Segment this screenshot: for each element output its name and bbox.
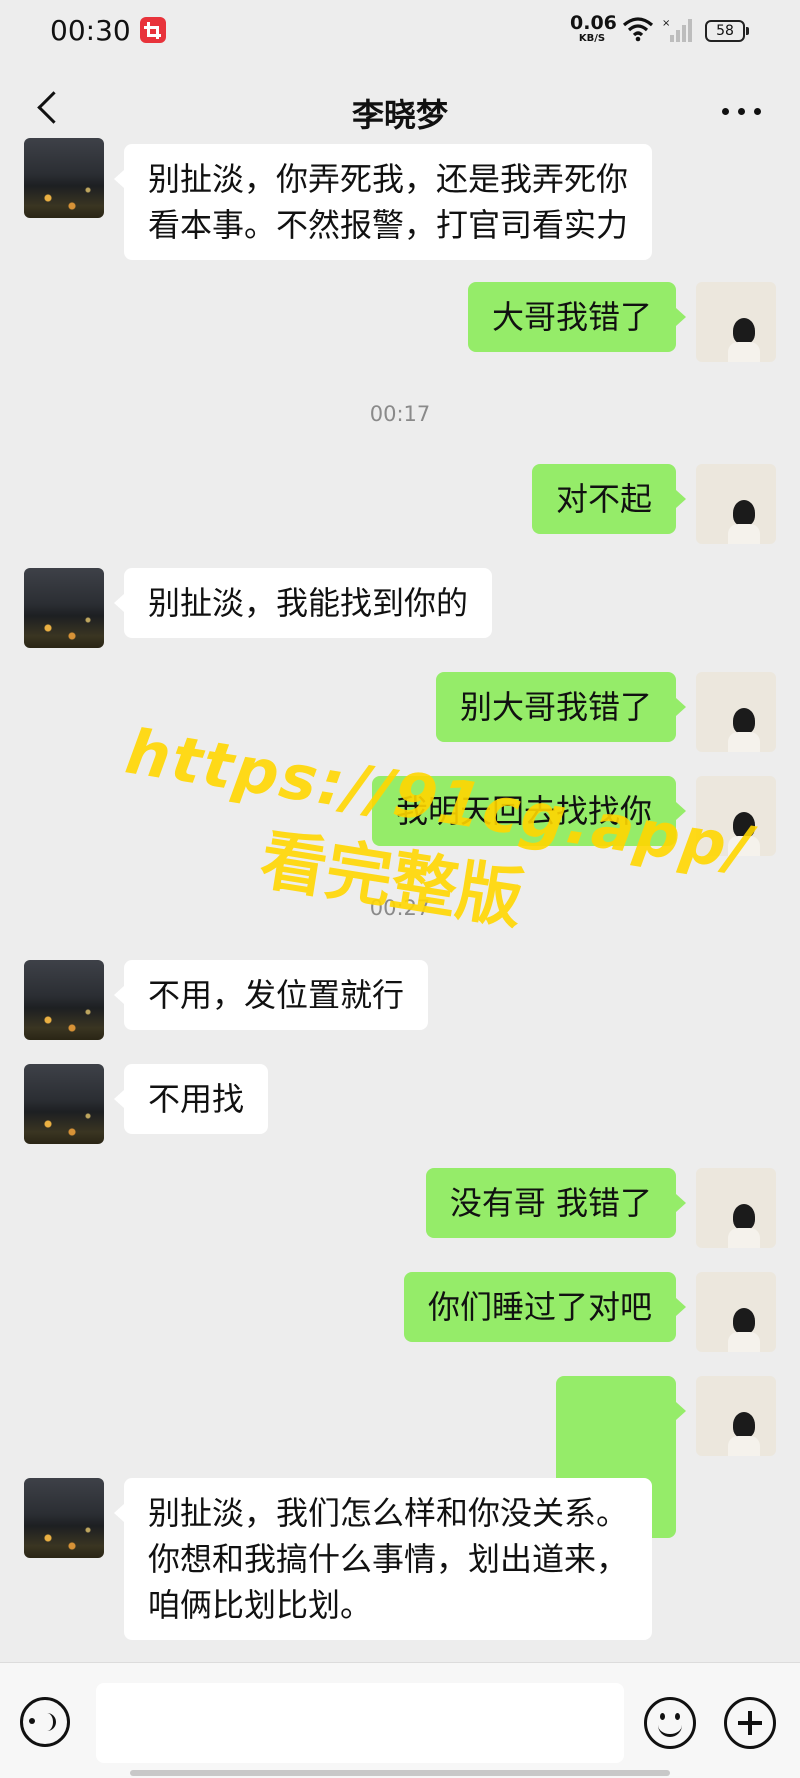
network-speed-unit: KB/S bbox=[578, 33, 606, 44]
signal-icon: × bbox=[662, 18, 692, 42]
message-bubble: 大哥我错了 bbox=[467, 282, 687, 352]
message-bubble: 你们睡过了对吧 bbox=[403, 1272, 687, 1342]
contact-avatar[interactable] bbox=[24, 1478, 104, 1558]
status-time: 00:30 bbox=[50, 14, 131, 47]
message-bubble: 不用找 bbox=[113, 1064, 269, 1134]
contact-avatar[interactable] bbox=[24, 960, 104, 1040]
self-avatar[interactable] bbox=[696, 1168, 776, 1248]
message-bubble: 别扯淡，你弄死我，还是我弄死你 看本事。不然报警，打官司看实力 bbox=[113, 144, 653, 260]
contact-avatar[interactable] bbox=[24, 568, 104, 648]
home-indicator[interactable] bbox=[130, 1770, 670, 1776]
message-bubble: 别扯淡，我能找到你的 bbox=[113, 568, 493, 638]
more-dots-icon[interactable] bbox=[722, 108, 762, 116]
emoji-icon[interactable] bbox=[644, 1697, 696, 1749]
status-bar: 00:30 0.06 KB/S × 58 bbox=[0, 0, 800, 62]
chat-title: 李晓梦 bbox=[351, 96, 448, 134]
chat-input-bar bbox=[0, 1662, 800, 1778]
contact-avatar[interactable] bbox=[24, 1064, 104, 1144]
message-bubble: 不用，发位置就行 bbox=[113, 960, 429, 1030]
self-avatar[interactable] bbox=[696, 776, 776, 856]
message-bubble: 别扯淡，我们怎么样和你没关系。 你想和我搞什么事情，划出道来， 咱俩比划比划。 bbox=[113, 1478, 653, 1640]
self-avatar[interactable] bbox=[696, 282, 776, 362]
network-speed-value: 0.06 bbox=[570, 12, 617, 34]
message-input[interactable] bbox=[96, 1683, 624, 1763]
self-avatar[interactable] bbox=[696, 1272, 776, 1352]
self-avatar[interactable] bbox=[696, 672, 776, 752]
wifi-icon bbox=[622, 17, 654, 42]
message-bubble: 对不起 bbox=[531, 464, 687, 534]
crop-icon bbox=[140, 17, 166, 43]
plus-icon[interactable] bbox=[724, 1697, 776, 1749]
message-bubble: 我明天回去找找你 bbox=[371, 776, 687, 846]
timestamp: 00:17 bbox=[369, 402, 431, 426]
network-speed: 0.06 KB/S bbox=[570, 12, 617, 44]
voice-icon[interactable] bbox=[20, 1697, 70, 1747]
chat-header: 李晓梦 bbox=[0, 62, 800, 154]
message-bubble: 别大哥我错了 bbox=[435, 672, 687, 742]
message-bubble: 没有哥 我错了 bbox=[425, 1168, 687, 1238]
battery-icon: 58 bbox=[705, 20, 749, 42]
timestamp: 00:27 bbox=[369, 896, 431, 920]
self-avatar[interactable] bbox=[696, 1376, 776, 1456]
self-avatar[interactable] bbox=[696, 464, 776, 544]
svg-text:×: × bbox=[662, 18, 670, 29]
contact-avatar[interactable] bbox=[24, 138, 104, 218]
